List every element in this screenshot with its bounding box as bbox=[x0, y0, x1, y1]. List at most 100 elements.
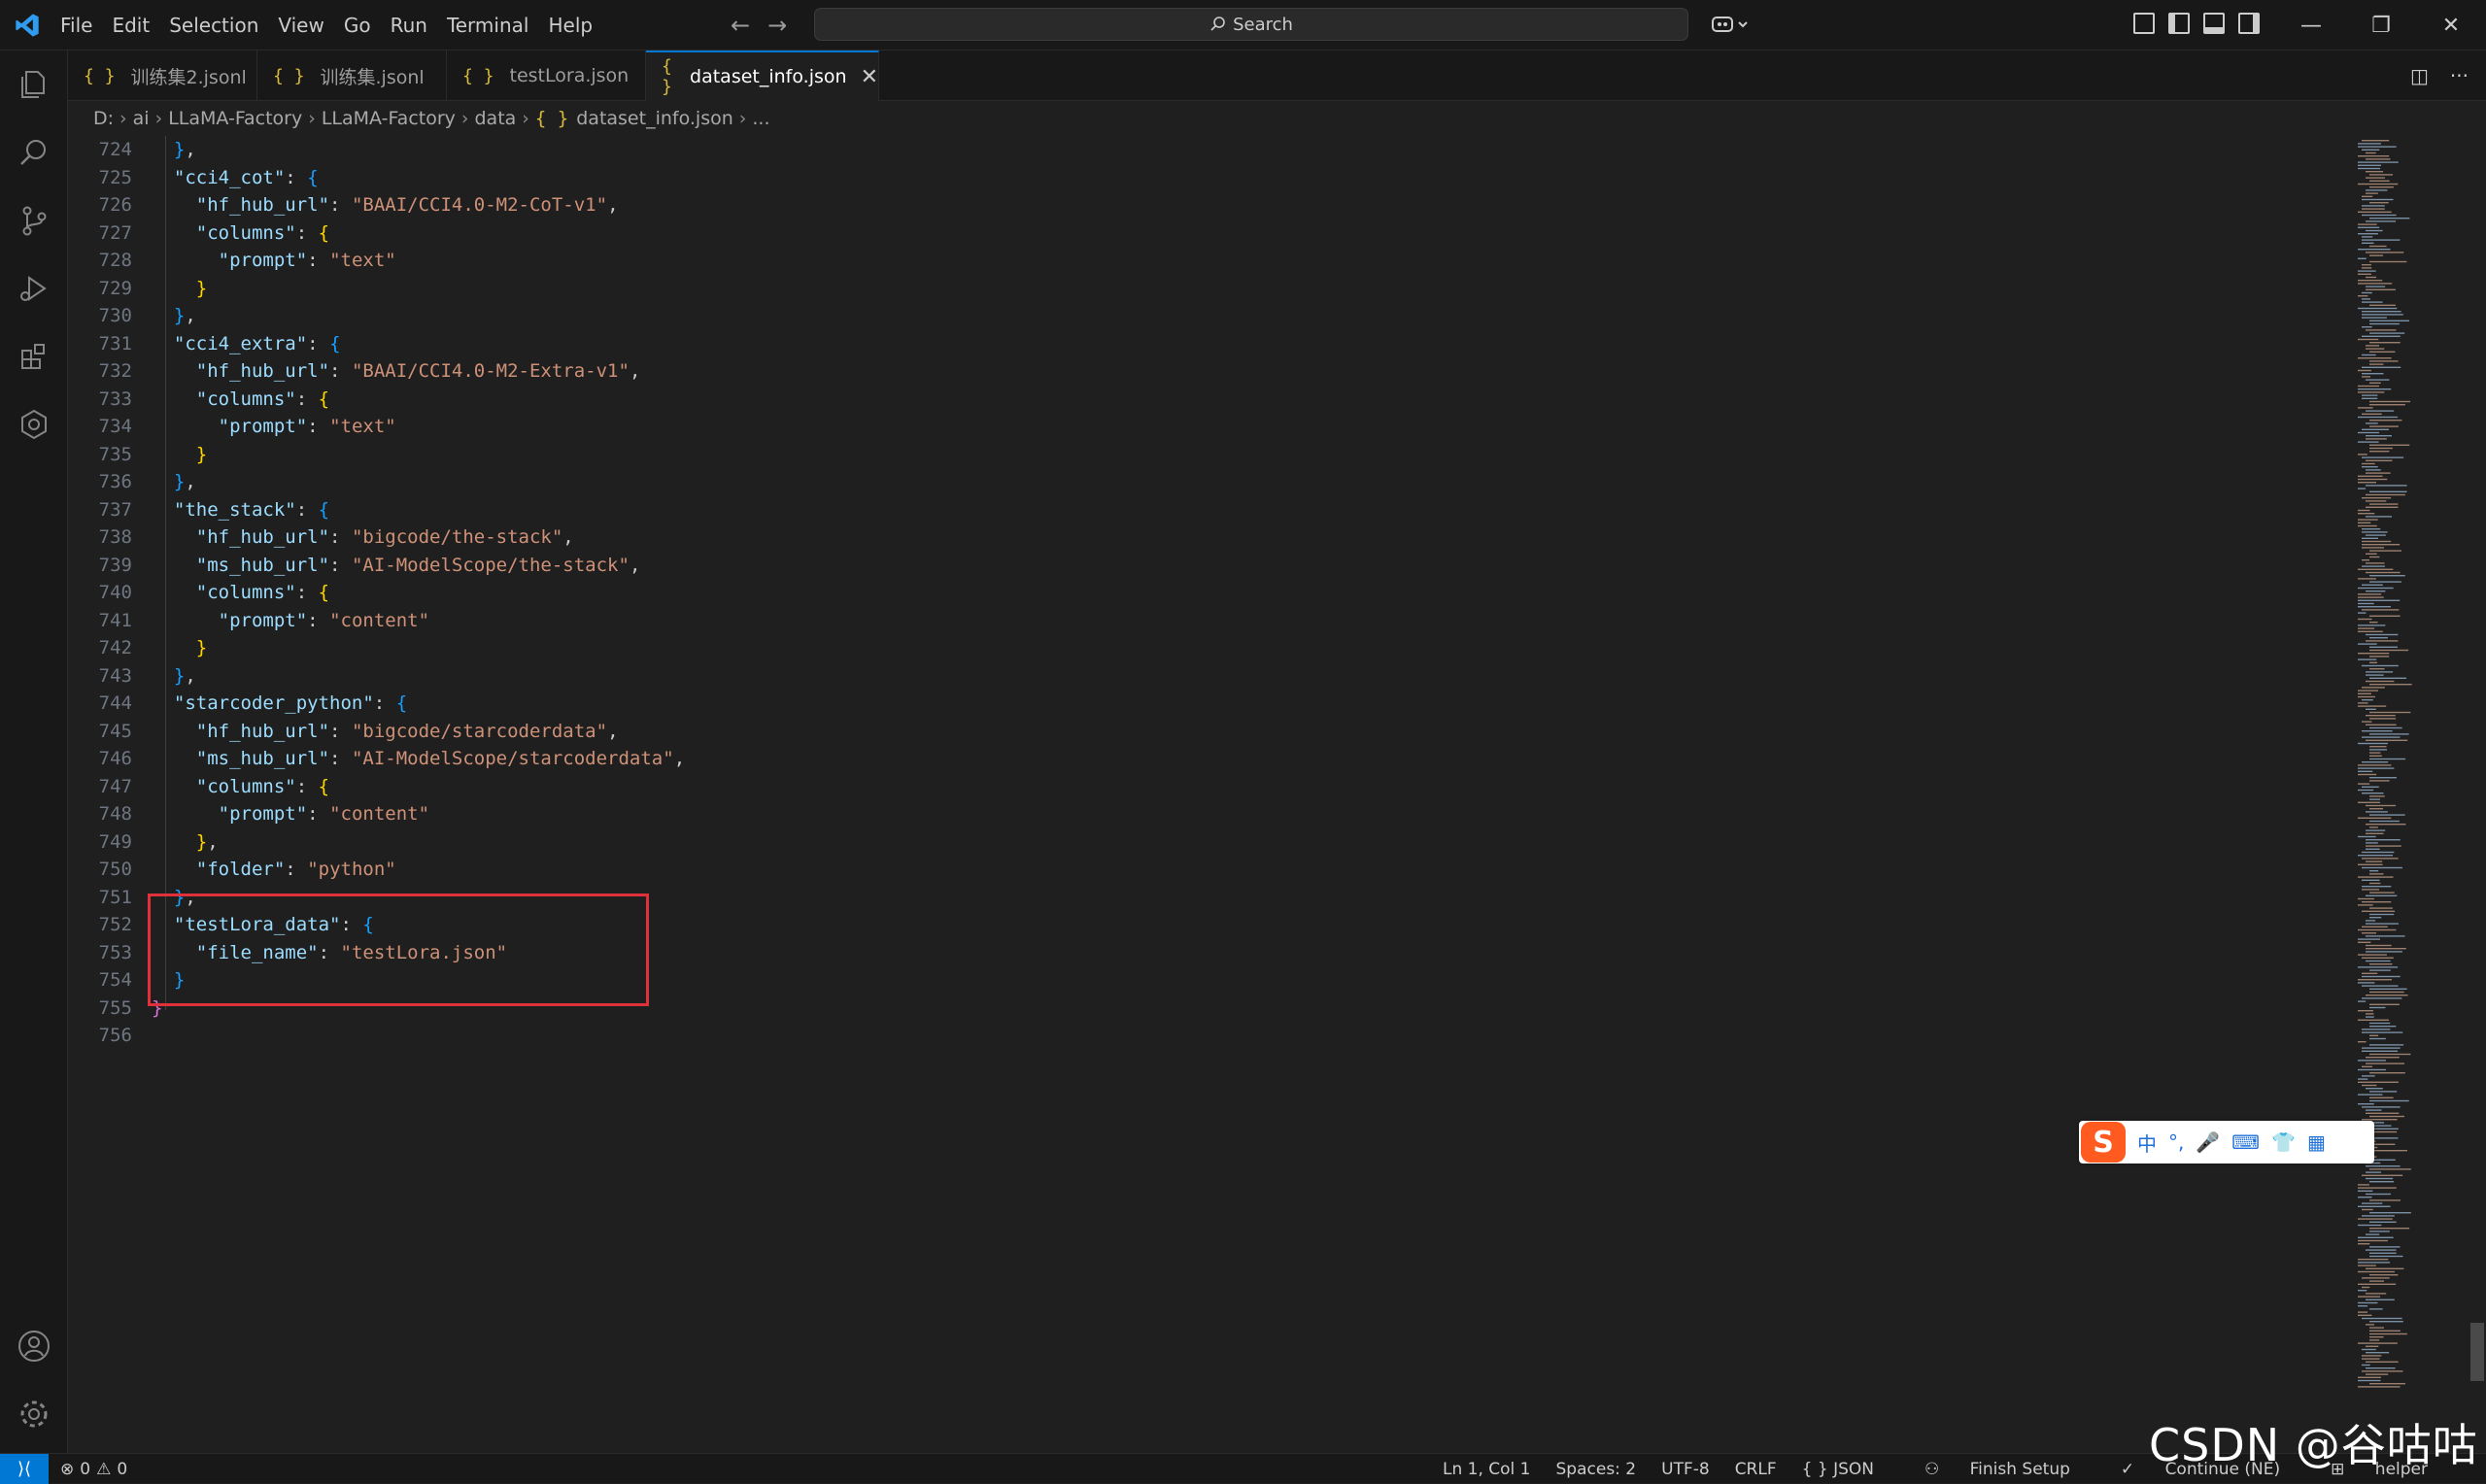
minimap-line bbox=[2366, 410, 2395, 412]
breadcrumb-item[interactable]: LLaMA-Factory bbox=[168, 108, 302, 129]
minimap-line bbox=[2366, 152, 2376, 154]
menu-view[interactable]: View bbox=[278, 14, 324, 37]
extensions-icon[interactable] bbox=[15, 337, 53, 376]
minimap-line bbox=[2366, 811, 2388, 813]
line-number: 743 bbox=[98, 664, 132, 687]
encoding[interactable]: UTF-8 bbox=[1661, 1460, 1710, 1479]
copilot-icon[interactable] bbox=[1710, 12, 1753, 39]
source-control-icon[interactable] bbox=[15, 201, 53, 240]
tab-training-set-2[interactable]: { } 训练集2.jsonl bbox=[68, 51, 257, 101]
minimap-line bbox=[2358, 1239, 2389, 1242]
ime-chinese-mode-icon[interactable]: 中 bbox=[2137, 1129, 2157, 1157]
command-center-search[interactable]: Search bbox=[814, 8, 1688, 41]
remote-explorer-icon[interactable] bbox=[15, 405, 53, 444]
minimap-line bbox=[2369, 1053, 2411, 1056]
split-editor-icon[interactable]: ◫ bbox=[2410, 64, 2429, 87]
minimize-icon[interactable]: — bbox=[2276, 0, 2346, 51]
minimap-line bbox=[2362, 373, 2384, 375]
minimap-line bbox=[2366, 839, 2401, 841]
code-text: } bbox=[195, 443, 208, 465]
line-number: 749 bbox=[98, 830, 132, 853]
toggle-secondary-sidebar-icon[interactable] bbox=[2238, 13, 2260, 34]
minimap-line bbox=[2369, 622, 2378, 624]
minimap-line bbox=[2358, 783, 2370, 785]
menu-help[interactable]: Help bbox=[548, 14, 593, 37]
close-tab-icon[interactable]: ✕ bbox=[861, 65, 878, 89]
code-line: 734 "prompt": "text" bbox=[68, 413, 2302, 441]
breadcrumb-item[interactable]: data bbox=[475, 108, 517, 129]
minimap-line bbox=[2362, 858, 2399, 860]
minimap-line bbox=[2358, 146, 2397, 148]
minimap-line bbox=[2362, 879, 2380, 881]
ime-skin-icon[interactable]: 👕 bbox=[2271, 1130, 2296, 1154]
ime-keyboard-icon[interactable]: ⌨ bbox=[2231, 1130, 2260, 1154]
explorer-icon[interactable] bbox=[15, 65, 53, 104]
minimap-line bbox=[2369, 646, 2398, 648]
line-endings[interactable]: CRLF bbox=[1735, 1460, 1777, 1479]
minimap-line bbox=[2369, 174, 2394, 176]
menu-edit[interactable]: Edit bbox=[112, 14, 150, 37]
problems-indicator[interactable]: ⊗ 0 ⚠ 0 bbox=[60, 1454, 127, 1484]
breadcrumb-item[interactable]: LLaMA-Factory bbox=[322, 108, 456, 129]
minimap-line bbox=[2362, 208, 2385, 210]
more-actions-icon[interactable]: ··· bbox=[2450, 64, 2469, 87]
code-text: "prompt": "content" bbox=[218, 803, 430, 825]
breadcrumb-item[interactable]: ai bbox=[133, 108, 150, 129]
minimap-line bbox=[2369, 1034, 2379, 1036]
minimap-line bbox=[2369, 913, 2395, 916]
settings-gear-icon[interactable] bbox=[15, 1395, 53, 1433]
account-icon[interactable] bbox=[15, 1327, 53, 1366]
vscode-logo-icon bbox=[16, 14, 39, 37]
minimap-line bbox=[2362, 609, 2400, 611]
minimap-line bbox=[2358, 705, 2387, 707]
back-arrow-icon[interactable]: ← bbox=[731, 12, 750, 39]
ime-punctuation-icon[interactable]: °, bbox=[2168, 1130, 2184, 1154]
search-view-icon[interactable] bbox=[15, 133, 53, 172]
menu-selection[interactable]: Selection bbox=[169, 14, 258, 37]
minimap-line bbox=[2362, 1364, 2370, 1366]
customize-layout-icon[interactable] bbox=[2133, 13, 2155, 34]
menu-terminal[interactable]: Terminal bbox=[447, 14, 529, 37]
breadcrumb-item[interactable]: dataset_info.json bbox=[576, 108, 733, 129]
minimap-line bbox=[2358, 369, 2371, 372]
menu-go[interactable]: Go bbox=[344, 14, 371, 37]
code-line: 744 "starcoder_python": { bbox=[68, 690, 2302, 718]
tab-testlora-json[interactable]: { } testLora.json bbox=[447, 51, 646, 101]
toggle-panel-icon[interactable] bbox=[2203, 13, 2225, 34]
minimap-line bbox=[2369, 1212, 2411, 1214]
minimap-line bbox=[2358, 773, 2377, 776]
tab-dataset-info-json[interactable]: { } dataset_info.json ✕ bbox=[646, 51, 879, 101]
close-window-icon[interactable]: ✕ bbox=[2416, 0, 2486, 51]
forward-arrow-icon[interactable]: → bbox=[767, 12, 787, 39]
ime-toolbar[interactable]: S 中 °, 🎤 ⌨ 👕 ▦ bbox=[2079, 1121, 2374, 1164]
scrollbar-thumb[interactable] bbox=[2470, 1323, 2484, 1381]
minimap-line bbox=[2369, 1006, 2386, 1009]
indentation[interactable]: Spaces: 2 bbox=[1556, 1460, 1637, 1479]
code-editor[interactable]: 724 }, 725 "cci4_cot": {726 "hf_hub_url":… bbox=[68, 136, 2361, 1453]
finish-setup-button[interactable]: ⚇ Finish Setup bbox=[1899, 1460, 2070, 1479]
remote-indicator-icon[interactable]: ⟩⟨ bbox=[0, 1454, 49, 1484]
minimap[interactable] bbox=[2356, 136, 2463, 1395]
minimap-line bbox=[2366, 177, 2385, 179]
cursor-position[interactable]: Ln 1, Col 1 bbox=[1443, 1460, 1531, 1479]
menu-run[interactable]: Run bbox=[391, 14, 427, 37]
ime-toolbox-icon[interactable]: ▦ bbox=[2307, 1130, 2326, 1154]
restore-icon[interactable]: ❐ bbox=[2346, 0, 2416, 51]
json-file-icon: { } bbox=[462, 65, 494, 86]
check-icon: ✓ bbox=[2120, 1459, 2140, 1479]
minimap-line bbox=[2362, 1050, 2399, 1052]
line-number: 736 bbox=[98, 471, 132, 492]
ime-microphone-icon[interactable]: 🎤 bbox=[2196, 1130, 2220, 1154]
code-text: "columns": { bbox=[195, 388, 330, 410]
code-line: 729 } bbox=[68, 275, 2302, 303]
minimap-line bbox=[2369, 1280, 2384, 1282]
vertical-scrollbar[interactable] bbox=[2468, 136, 2486, 1395]
menu-file[interactable]: File bbox=[60, 14, 92, 37]
toggle-primary-sidebar-icon[interactable] bbox=[2168, 13, 2190, 34]
tab-training-set[interactable]: { } 训练集.jsonl bbox=[257, 51, 447, 101]
breadcrumb-item[interactable]: ... bbox=[752, 108, 769, 129]
language-mode[interactable]: { } JSON bbox=[1802, 1460, 1874, 1479]
breadcrumb-item[interactable]: D: bbox=[93, 108, 114, 129]
minimap-line bbox=[2369, 1383, 2406, 1385]
run-and-debug-icon[interactable] bbox=[15, 269, 53, 308]
